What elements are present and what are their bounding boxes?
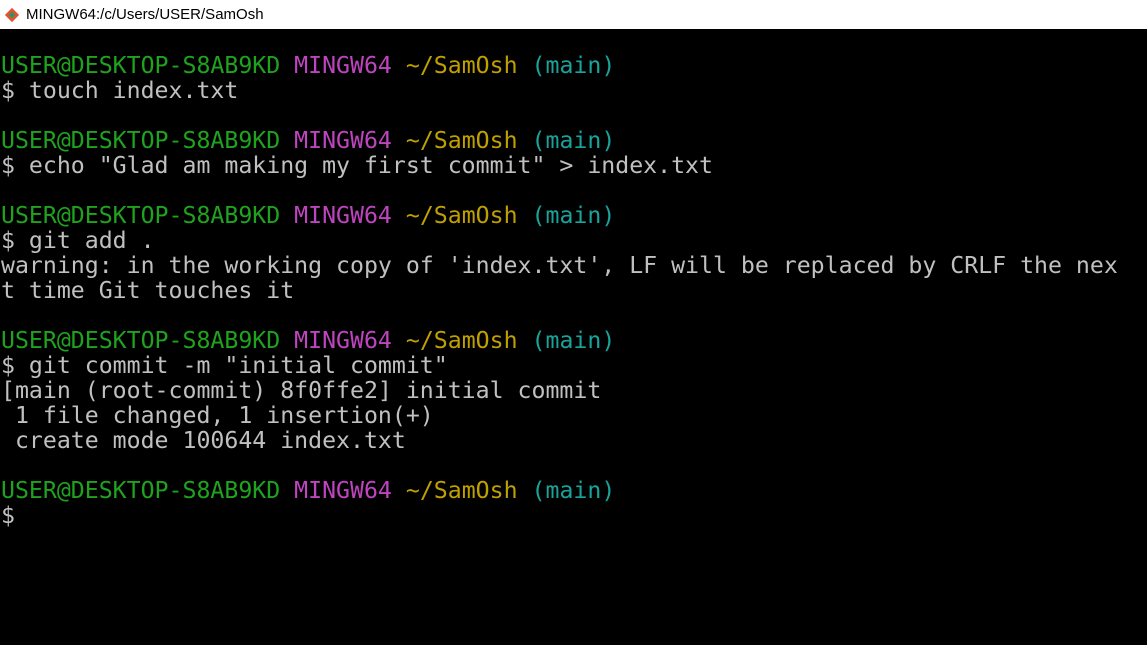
- output-line: t time Git touches it: [1, 277, 295, 304]
- prompt-line: USER@DESKTOP-S8AB9KD MINGW64 ~/SamOsh (m…: [0, 328, 1147, 353]
- prompt-path: ~/SamOsh: [405, 52, 518, 79]
- prompt-user: USER@DESKTOP-S8AB9KD: [1, 327, 281, 354]
- prompt-shell: MINGW64: [294, 477, 392, 504]
- output-line: create mode 100644 index.txt: [1, 427, 406, 454]
- prompt-branch: (main): [531, 327, 616, 354]
- prompt-path: ~/SamOsh: [405, 477, 518, 504]
- output-line: [main (root-commit) 8f0ffe2] initial com…: [1, 377, 602, 404]
- prompt-branch: (main): [531, 477, 616, 504]
- title-bar[interactable]: MINGW64:/c/Users/USER/SamOsh: [0, 0, 1147, 29]
- prompt-path: ~/SamOsh: [405, 327, 518, 354]
- prompt-branch: (main): [531, 202, 616, 229]
- command-line: $ git commit -m "initial commit": [1, 352, 448, 379]
- command-line: $ git add .: [1, 227, 155, 254]
- prompt-shell: MINGW64: [294, 327, 392, 354]
- prompt-shell: MINGW64: [294, 202, 392, 229]
- terminal-window: MINGW64:/c/Users/USER/SamOsh USER@DESKTO…: [0, 0, 1147, 645]
- output-line: warning: in the working copy of 'index.t…: [1, 252, 1118, 279]
- prompt-path: ~/SamOsh: [405, 202, 518, 229]
- prompt-branch: (main): [531, 127, 616, 154]
- window-title: MINGW64:/c/Users/USER/SamOsh: [26, 6, 264, 23]
- terminal-output[interactable]: USER@DESKTOP-S8AB9KD MINGW64 ~/SamOsh (m…: [0, 29, 1147, 645]
- command-line: $ touch index.txt: [1, 77, 239, 104]
- prompt-line: USER@DESKTOP-S8AB9KD MINGW64 ~/SamOsh (m…: [0, 128, 1147, 153]
- prompt-line: USER@DESKTOP-S8AB9KD MINGW64 ~/SamOsh (m…: [0, 203, 1147, 228]
- prompt-user: USER@DESKTOP-S8AB9KD: [1, 202, 281, 229]
- prompt-line: USER@DESKTOP-S8AB9KD MINGW64 ~/SamOsh (m…: [0, 478, 1147, 503]
- command-line: $ echo "Glad am making my first commit" …: [1, 152, 713, 179]
- prompt-shell: MINGW64: [294, 127, 392, 154]
- prompt-shell: MINGW64: [294, 52, 392, 79]
- git-logo-icon: [4, 7, 20, 23]
- output-line: 1 file changed, 1 insertion(+): [1, 402, 434, 429]
- prompt-branch: (main): [531, 52, 616, 79]
- input-prompt-line[interactable]: $: [0, 503, 1147, 528]
- prompt-line: USER@DESKTOP-S8AB9KD MINGW64 ~/SamOsh (m…: [0, 53, 1147, 78]
- prompt-user: USER@DESKTOP-S8AB9KD: [1, 52, 281, 79]
- prompt-symbol: $: [1, 502, 15, 529]
- prompt-user: USER@DESKTOP-S8AB9KD: [1, 127, 281, 154]
- prompt-user: USER@DESKTOP-S8AB9KD: [1, 477, 281, 504]
- prompt-path: ~/SamOsh: [405, 127, 518, 154]
